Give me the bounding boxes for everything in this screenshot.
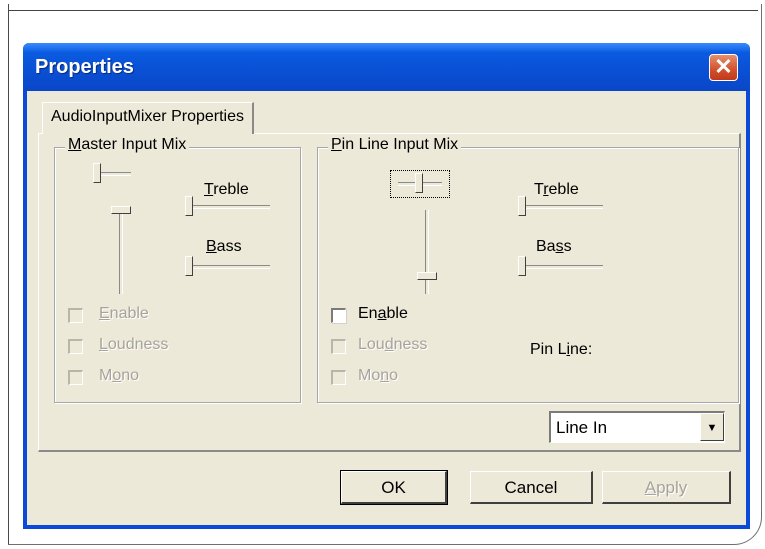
master-volume-track: [119, 210, 123, 294]
master-treble-slider[interactable]: [185, 196, 193, 216]
master-balance-slider[interactable]: [93, 163, 101, 183]
pin-bass-track: [519, 265, 603, 269]
title-bar[interactable]: Properties ✕: [23, 43, 750, 91]
pin-treble-track: [519, 205, 603, 209]
pin-treble-slider[interactable]: [518, 196, 526, 216]
pin-treble-label: Treble: [534, 181, 579, 198]
dialog-client-area: AudioInputMixer Properties Master Input …: [27, 91, 746, 525]
pin-enable-label: Enable: [358, 305, 408, 322]
master-input-mix-group: Master Input Mix Treble Bass Enable Loud…: [54, 136, 301, 403]
pin-line-input-mix-group: Pin Line Input Mix Treble Bass Enable Lo…: [317, 136, 739, 403]
properties-dialog: Properties ✕ AudioInputMixer Properties …: [23, 43, 750, 529]
master-enable-checkbox[interactable]: [68, 308, 83, 323]
pin-line-dropdown-button[interactable]: ▼: [700, 413, 724, 441]
apply-button[interactable]: Apply: [602, 471, 731, 504]
master-mono-checkbox[interactable]: [68, 370, 83, 385]
pin-enable-checkbox[interactable]: [331, 308, 346, 323]
master-loudness-label: Loudness: [99, 336, 169, 353]
pin-line-value: Line In: [556, 418, 608, 437]
pin-mono-checkbox[interactable]: [331, 370, 346, 385]
master-loudness-checkbox[interactable]: [68, 339, 83, 354]
master-bass-track: [186, 265, 270, 269]
pin-line-label: Pin Line:: [530, 341, 593, 358]
pin-line-select[interactable]: Line In ▼: [549, 411, 725, 443]
chevron-down-icon: ▼: [706, 422, 718, 434]
master-treble-label: Treble: [204, 181, 249, 198]
pin-volume-slider[interactable]: [417, 272, 437, 280]
pin-bass-label: Bass: [536, 238, 572, 255]
dialog-title: Properties: [35, 56, 134, 78]
pin-mono-label: Mono: [358, 367, 399, 384]
tab-audioinputmixer-properties[interactable]: AudioInputMixer Properties: [42, 102, 254, 134]
master-bass-label: Bass: [206, 238, 242, 255]
pin-loudness-checkbox[interactable]: [331, 339, 346, 354]
master-group-label: Master Input Mix: [65, 136, 190, 154]
close-button[interactable]: ✕: [709, 54, 738, 81]
pin-balance-slider[interactable]: [415, 173, 423, 193]
cancel-button[interactable]: Cancel: [470, 471, 593, 504]
master-treble-track: [186, 205, 270, 209]
master-volume-slider[interactable]: [111, 206, 131, 214]
master-mono-label: Mono: [99, 367, 140, 384]
pin-volume-track: [425, 210, 429, 294]
pin-loudness-label: Loudness: [358, 336, 428, 353]
master-bass-slider[interactable]: [185, 256, 193, 276]
pin-bass-slider[interactable]: [518, 256, 526, 276]
master-enable-label: Enable: [99, 305, 149, 322]
pin-group-label: Pin Line Input Mix: [328, 136, 462, 154]
close-icon: ✕: [714, 54, 733, 79]
ok-button[interactable]: OK: [340, 470, 448, 505]
